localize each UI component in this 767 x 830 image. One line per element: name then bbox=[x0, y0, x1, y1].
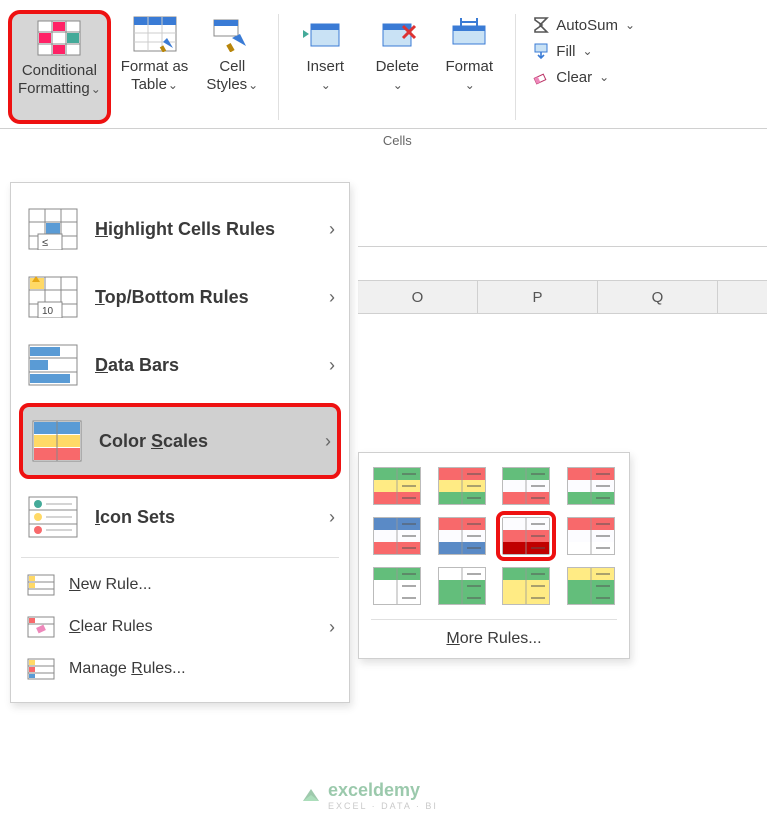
new-rule-item[interactable]: New Rule... New Rule... bbox=[11, 564, 349, 606]
clear-label: Clear bbox=[556, 69, 592, 86]
separator bbox=[21, 557, 339, 558]
conditional-formatting-icon bbox=[35, 18, 83, 58]
col-header[interactable]: Q bbox=[598, 281, 718, 313]
clear-rules-item[interactable]: Clear Rules Clear Rules › bbox=[11, 606, 349, 648]
watermark-name: exceldemy bbox=[328, 780, 420, 800]
watermark: exceldemyEXCEL · DATA · BI bbox=[300, 780, 438, 811]
watermark-icon bbox=[300, 785, 322, 807]
new-rule-icon bbox=[25, 572, 57, 598]
color-scale-option[interactable] bbox=[502, 517, 550, 555]
chevron-down-icon: ⌄ bbox=[321, 78, 331, 92]
fill-down-icon bbox=[532, 42, 550, 60]
chevron-down-icon: ⌄ bbox=[582, 44, 592, 58]
insert-button[interactable]: Insert ⌄ bbox=[291, 10, 359, 98]
color-scale-option[interactable] bbox=[502, 467, 550, 505]
color-scale-option[interactable] bbox=[502, 567, 550, 605]
col-header[interactable]: P bbox=[478, 281, 598, 313]
watermark-tag: EXCEL · DATA · BI bbox=[328, 801, 438, 811]
format-icon bbox=[445, 14, 493, 54]
editing-group: AutoSum ⌄ Fill ⌄ Clear ⌄ bbox=[528, 10, 639, 124]
color-scale-option[interactable] bbox=[373, 517, 421, 555]
chevron-right-icon: › bbox=[329, 355, 335, 376]
format-as-table-label: Format as Table bbox=[121, 58, 189, 93]
fill-label: Fill bbox=[556, 43, 575, 60]
format-button[interactable]: Format ⌄ bbox=[435, 10, 503, 98]
icon-sets-icon bbox=[25, 493, 81, 541]
highlight-cells-rules-item[interactable]: ≤ HHighlight Cells Rulesighlight Cells R… bbox=[11, 195, 349, 263]
clear-button[interactable]: Clear ⌄ bbox=[528, 66, 639, 88]
chevron-down-icon: ⌄ bbox=[625, 18, 635, 32]
color-scales-item[interactable]: Color Scales Color Scales › bbox=[19, 403, 341, 479]
clear-rules-icon bbox=[25, 614, 57, 640]
data-bars-item[interactable]: Data Bars Data Bars › bbox=[11, 331, 349, 399]
svg-text:10: 10 bbox=[42, 306, 54, 317]
format-label: Format bbox=[446, 58, 494, 75]
chevron-right-icon: › bbox=[329, 287, 335, 308]
chevron-down-icon: ⌄ bbox=[248, 78, 258, 92]
format-as-table-button[interactable]: Format as Table⌄ bbox=[115, 10, 195, 124]
conditional-formatting-button[interactable]: Conditional Formatting⌄ bbox=[8, 10, 111, 124]
chevron-down-icon: ⌄ bbox=[393, 78, 403, 92]
conditional-formatting-label: Conditional Formatting bbox=[18, 62, 97, 97]
color-scales-icon bbox=[29, 417, 85, 465]
cell-styles-label: Cell Styles bbox=[206, 58, 247, 93]
manage-rules-item[interactable]: Manage Rules... Manage Rules... bbox=[11, 648, 349, 690]
sigma-icon bbox=[532, 16, 550, 34]
conditional-formatting-menu: ≤ HHighlight Cells Rulesighlight Cells R… bbox=[10, 182, 350, 703]
delete-icon bbox=[373, 14, 421, 54]
more-rules-item[interactable]: More Rules...More Rules... bbox=[371, 619, 617, 648]
chevron-down-icon: ⌄ bbox=[168, 78, 178, 92]
color-scale-option[interactable] bbox=[373, 467, 421, 505]
insert-icon bbox=[301, 14, 349, 54]
color-scale-option[interactable] bbox=[438, 467, 486, 505]
chevron-down-icon: ⌄ bbox=[91, 82, 101, 96]
column-headers: O P Q bbox=[358, 280, 767, 314]
cells-group-label: Cells bbox=[383, 133, 412, 148]
manage-rules-icon bbox=[25, 656, 57, 682]
top-bottom-icon: 10 bbox=[25, 273, 81, 321]
color-scale-option[interactable] bbox=[567, 517, 615, 555]
col-header[interactable]: O bbox=[358, 281, 478, 313]
cell-styles-button[interactable]: Cell Styles⌄ bbox=[198, 10, 266, 124]
ribbon: Conditional Formatting⌄ Format as Table⌄… bbox=[0, 0, 767, 129]
color-scale-option[interactable] bbox=[567, 567, 615, 605]
chevron-right-icon: › bbox=[329, 507, 335, 528]
delete-label: Delete bbox=[376, 58, 419, 75]
fill-button[interactable]: Fill ⌄ bbox=[528, 40, 639, 62]
chevron-right-icon: › bbox=[325, 431, 331, 452]
cell-styles-icon bbox=[208, 14, 256, 54]
cells-group: Insert ⌄ Delete ⌄ bbox=[291, 10, 503, 124]
autosum-button[interactable]: AutoSum ⌄ bbox=[528, 14, 639, 36]
chevron-down-icon: ⌄ bbox=[465, 78, 475, 92]
color-scale-option[interactable] bbox=[438, 517, 486, 555]
highlight-cells-icon: ≤ bbox=[25, 205, 81, 253]
color-scale-option[interactable] bbox=[373, 567, 421, 605]
top-bottom-rules-item[interactable]: 10 Top/Bottom Rules Top/Bottom Rules › bbox=[11, 263, 349, 331]
icon-sets-item[interactable]: Icon Sets Icon Sets › bbox=[11, 483, 349, 551]
data-bars-icon bbox=[25, 341, 81, 389]
formula-bar-edge bbox=[358, 246, 767, 280]
color-scale-grid bbox=[371, 467, 617, 605]
chevron-right-icon: › bbox=[329, 219, 335, 240]
format-as-table-icon bbox=[131, 14, 179, 54]
eraser-icon bbox=[532, 68, 550, 86]
separator bbox=[515, 14, 516, 120]
color-scales-submenu: More Rules...More Rules... bbox=[358, 452, 630, 659]
separator bbox=[278, 14, 279, 120]
delete-button[interactable]: Delete ⌄ bbox=[363, 10, 431, 98]
color-scale-option[interactable] bbox=[438, 567, 486, 605]
autosum-label: AutoSum bbox=[556, 17, 618, 34]
insert-label: Insert bbox=[307, 58, 345, 75]
svg-text:≤: ≤ bbox=[42, 237, 48, 249]
color-scale-option[interactable] bbox=[567, 467, 615, 505]
chevron-down-icon: ⌄ bbox=[599, 70, 609, 84]
chevron-right-icon: › bbox=[329, 617, 335, 638]
